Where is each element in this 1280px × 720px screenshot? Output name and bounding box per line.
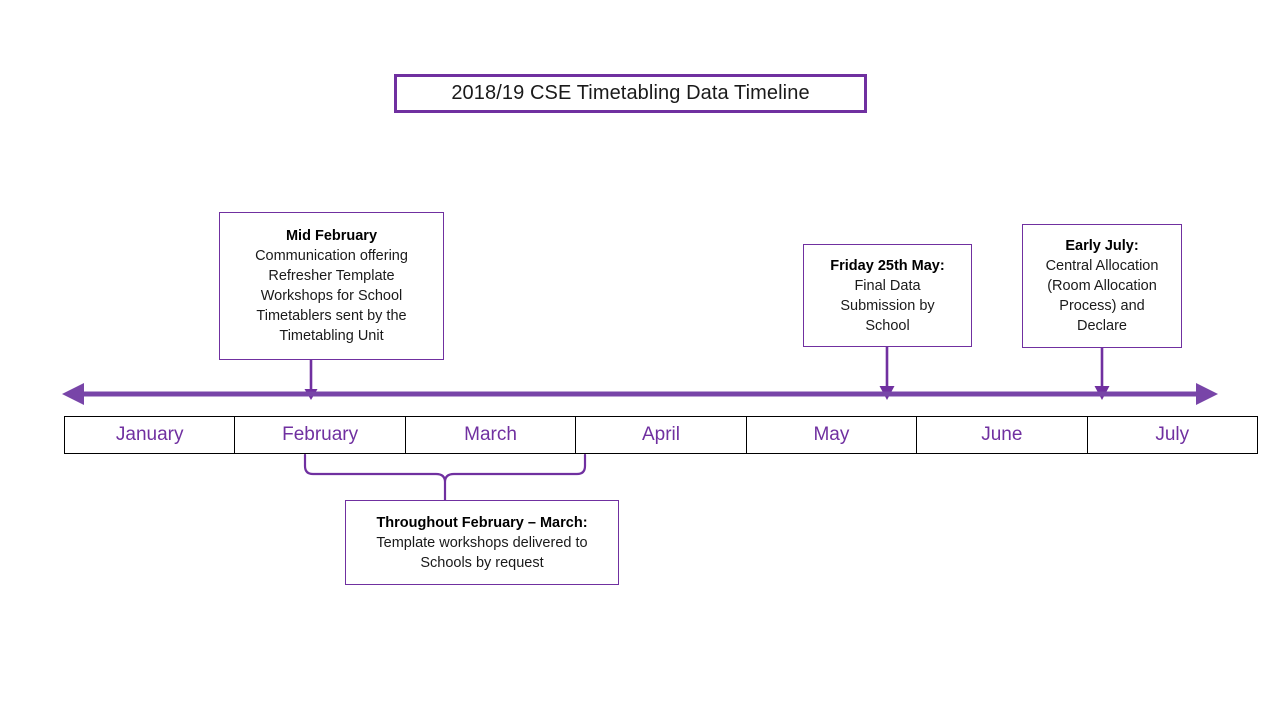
timeline-axis-double-arrow [62, 383, 1218, 405]
month-bar: January February March April May June Ju… [64, 416, 1258, 454]
callout-line: Template workshops delivered to [376, 534, 588, 551]
callout-early-july: Early July: Central Allocation (Room All… [1022, 224, 1182, 348]
arrowhead-right-icon [1196, 383, 1218, 405]
callout-throughout-february-march: Throughout February – March: Template wo… [345, 500, 619, 585]
month-cell-april[interactable]: April [576, 417, 747, 453]
callout-headline: Throughout February – March: [376, 514, 588, 531]
page-title: 2018/19 CSE Timetabling Data Timeline [451, 82, 810, 104]
callout-mid-february: Mid February Communication offering Refr… [219, 212, 444, 360]
callout-line: Communication offering [255, 248, 408, 264]
month-label: April [641, 424, 680, 445]
arrowhead-left-icon [62, 383, 84, 405]
callout-line: Timetabling Unit [279, 328, 384, 344]
callout-headline: Friday 25th May: [830, 257, 945, 274]
month-cell-january[interactable]: January [65, 417, 236, 453]
month-label: February [282, 424, 359, 445]
callout-line: Refresher Template [268, 268, 395, 284]
callout-line: School [865, 317, 910, 334]
month-label: July [1155, 424, 1190, 445]
month-cell-march[interactable]: March [406, 417, 577, 453]
callout-line: Declare [1077, 318, 1127, 334]
callout-line: Final Data [854, 277, 921, 294]
month-label: June [981, 424, 1023, 445]
month-label: May [813, 424, 850, 445]
callout-line: (Room Allocation [1047, 278, 1157, 294]
callout-headline: Early July: [1065, 238, 1139, 254]
callout-line: Timetablers sent by the [256, 308, 407, 324]
month-cell-february[interactable]: February [235, 417, 406, 453]
month-cell-june[interactable]: June [917, 417, 1088, 453]
callout-friday-25th-may: Friday 25th May: Final Data Submission b… [803, 244, 972, 347]
brace-february-march [303, 454, 587, 504]
callout-line: Submission by [840, 297, 935, 314]
callout-line: Process) and [1059, 298, 1145, 314]
month-label: March [464, 424, 517, 445]
callout-line: Workshops for School [260, 288, 403, 304]
month-label: January [115, 424, 184, 445]
page-title-box: 2018/19 CSE Timetabling Data Timeline [394, 74, 867, 113]
callout-line: Schools by request [420, 554, 544, 571]
callout-line: Central Allocation [1045, 258, 1159, 274]
month-cell-july[interactable]: July [1088, 417, 1257, 453]
month-cell-may[interactable]: May [747, 417, 918, 453]
callout-headline: Mid February [285, 228, 378, 244]
